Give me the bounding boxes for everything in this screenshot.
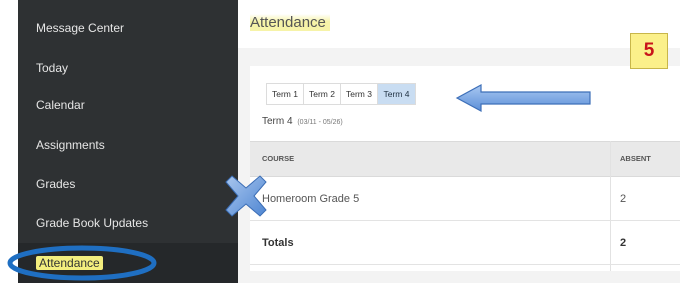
page-title: Attendance xyxy=(250,14,330,31)
totals-absent: 2 xyxy=(620,237,627,249)
sidebar-edge xyxy=(0,0,18,283)
absent-cell: 2 xyxy=(620,193,627,205)
table-row[interactable]: Homeroom Grade 5 2 xyxy=(250,178,680,221)
main-content: Attendance Term 1 Term 2 Term 3 Term 4 T… xyxy=(238,0,680,283)
sidebar-item-grades[interactable]: Grades xyxy=(18,164,238,204)
step-number-badge: 5 xyxy=(630,33,668,69)
sidebar-item-grade-book-updates[interactable]: Grade Book Updates xyxy=(18,203,238,243)
totals-label: Totals xyxy=(262,237,294,249)
course-cell[interactable]: Homeroom Grade 5 xyxy=(262,178,359,221)
left-arrow-icon xyxy=(455,83,591,113)
sidebar-item-label: Calendar xyxy=(36,98,85,112)
sidebar-item-calendar[interactable]: Calendar xyxy=(18,85,238,125)
sidebar-item-label: Assignments xyxy=(36,138,105,152)
page-header: Attendance xyxy=(238,0,680,48)
sidebar-item-today[interactable]: Today xyxy=(18,48,238,88)
tab-term-1[interactable]: Term 1 xyxy=(267,84,304,104)
column-header-absent[interactable]: ABSENT xyxy=(620,142,651,176)
highlight-ellipse xyxy=(7,245,157,281)
sidebar-item-message-center[interactable]: Message Center xyxy=(18,8,238,48)
page-title-text: Attendance xyxy=(250,14,330,31)
totals-row: Totals 2 xyxy=(250,222,680,265)
term-tabs: Term 1 Term 2 Term 3 Term 4 xyxy=(266,83,416,105)
sidebar-item-label: Grade Book Updates xyxy=(36,216,149,230)
sidebar-item-label: Grades xyxy=(36,177,76,191)
term-name: Term 4 xyxy=(262,116,293,127)
sidebar-item-label: Today xyxy=(36,61,69,75)
table-header: COURSE ABSENT xyxy=(250,141,680,177)
step-number: 5 xyxy=(643,40,655,61)
tab-term-2[interactable]: Term 2 xyxy=(304,84,341,104)
x-mark-icon xyxy=(225,175,267,217)
column-header-course[interactable]: COURSE xyxy=(262,142,294,176)
tab-term-4[interactable]: Term 4 xyxy=(378,84,415,104)
sidebar-item-label: Message Center xyxy=(36,21,125,35)
term-range: Term 4 (03/11 - 05/26) xyxy=(262,116,343,127)
tab-term-3[interactable]: Term 3 xyxy=(341,84,378,104)
sidebar: Message Center Today Calendar Assignment… xyxy=(18,0,238,283)
sidebar-item-assignments[interactable]: Assignments xyxy=(18,125,238,165)
term-dates: (03/11 - 05/26) xyxy=(297,119,343,126)
